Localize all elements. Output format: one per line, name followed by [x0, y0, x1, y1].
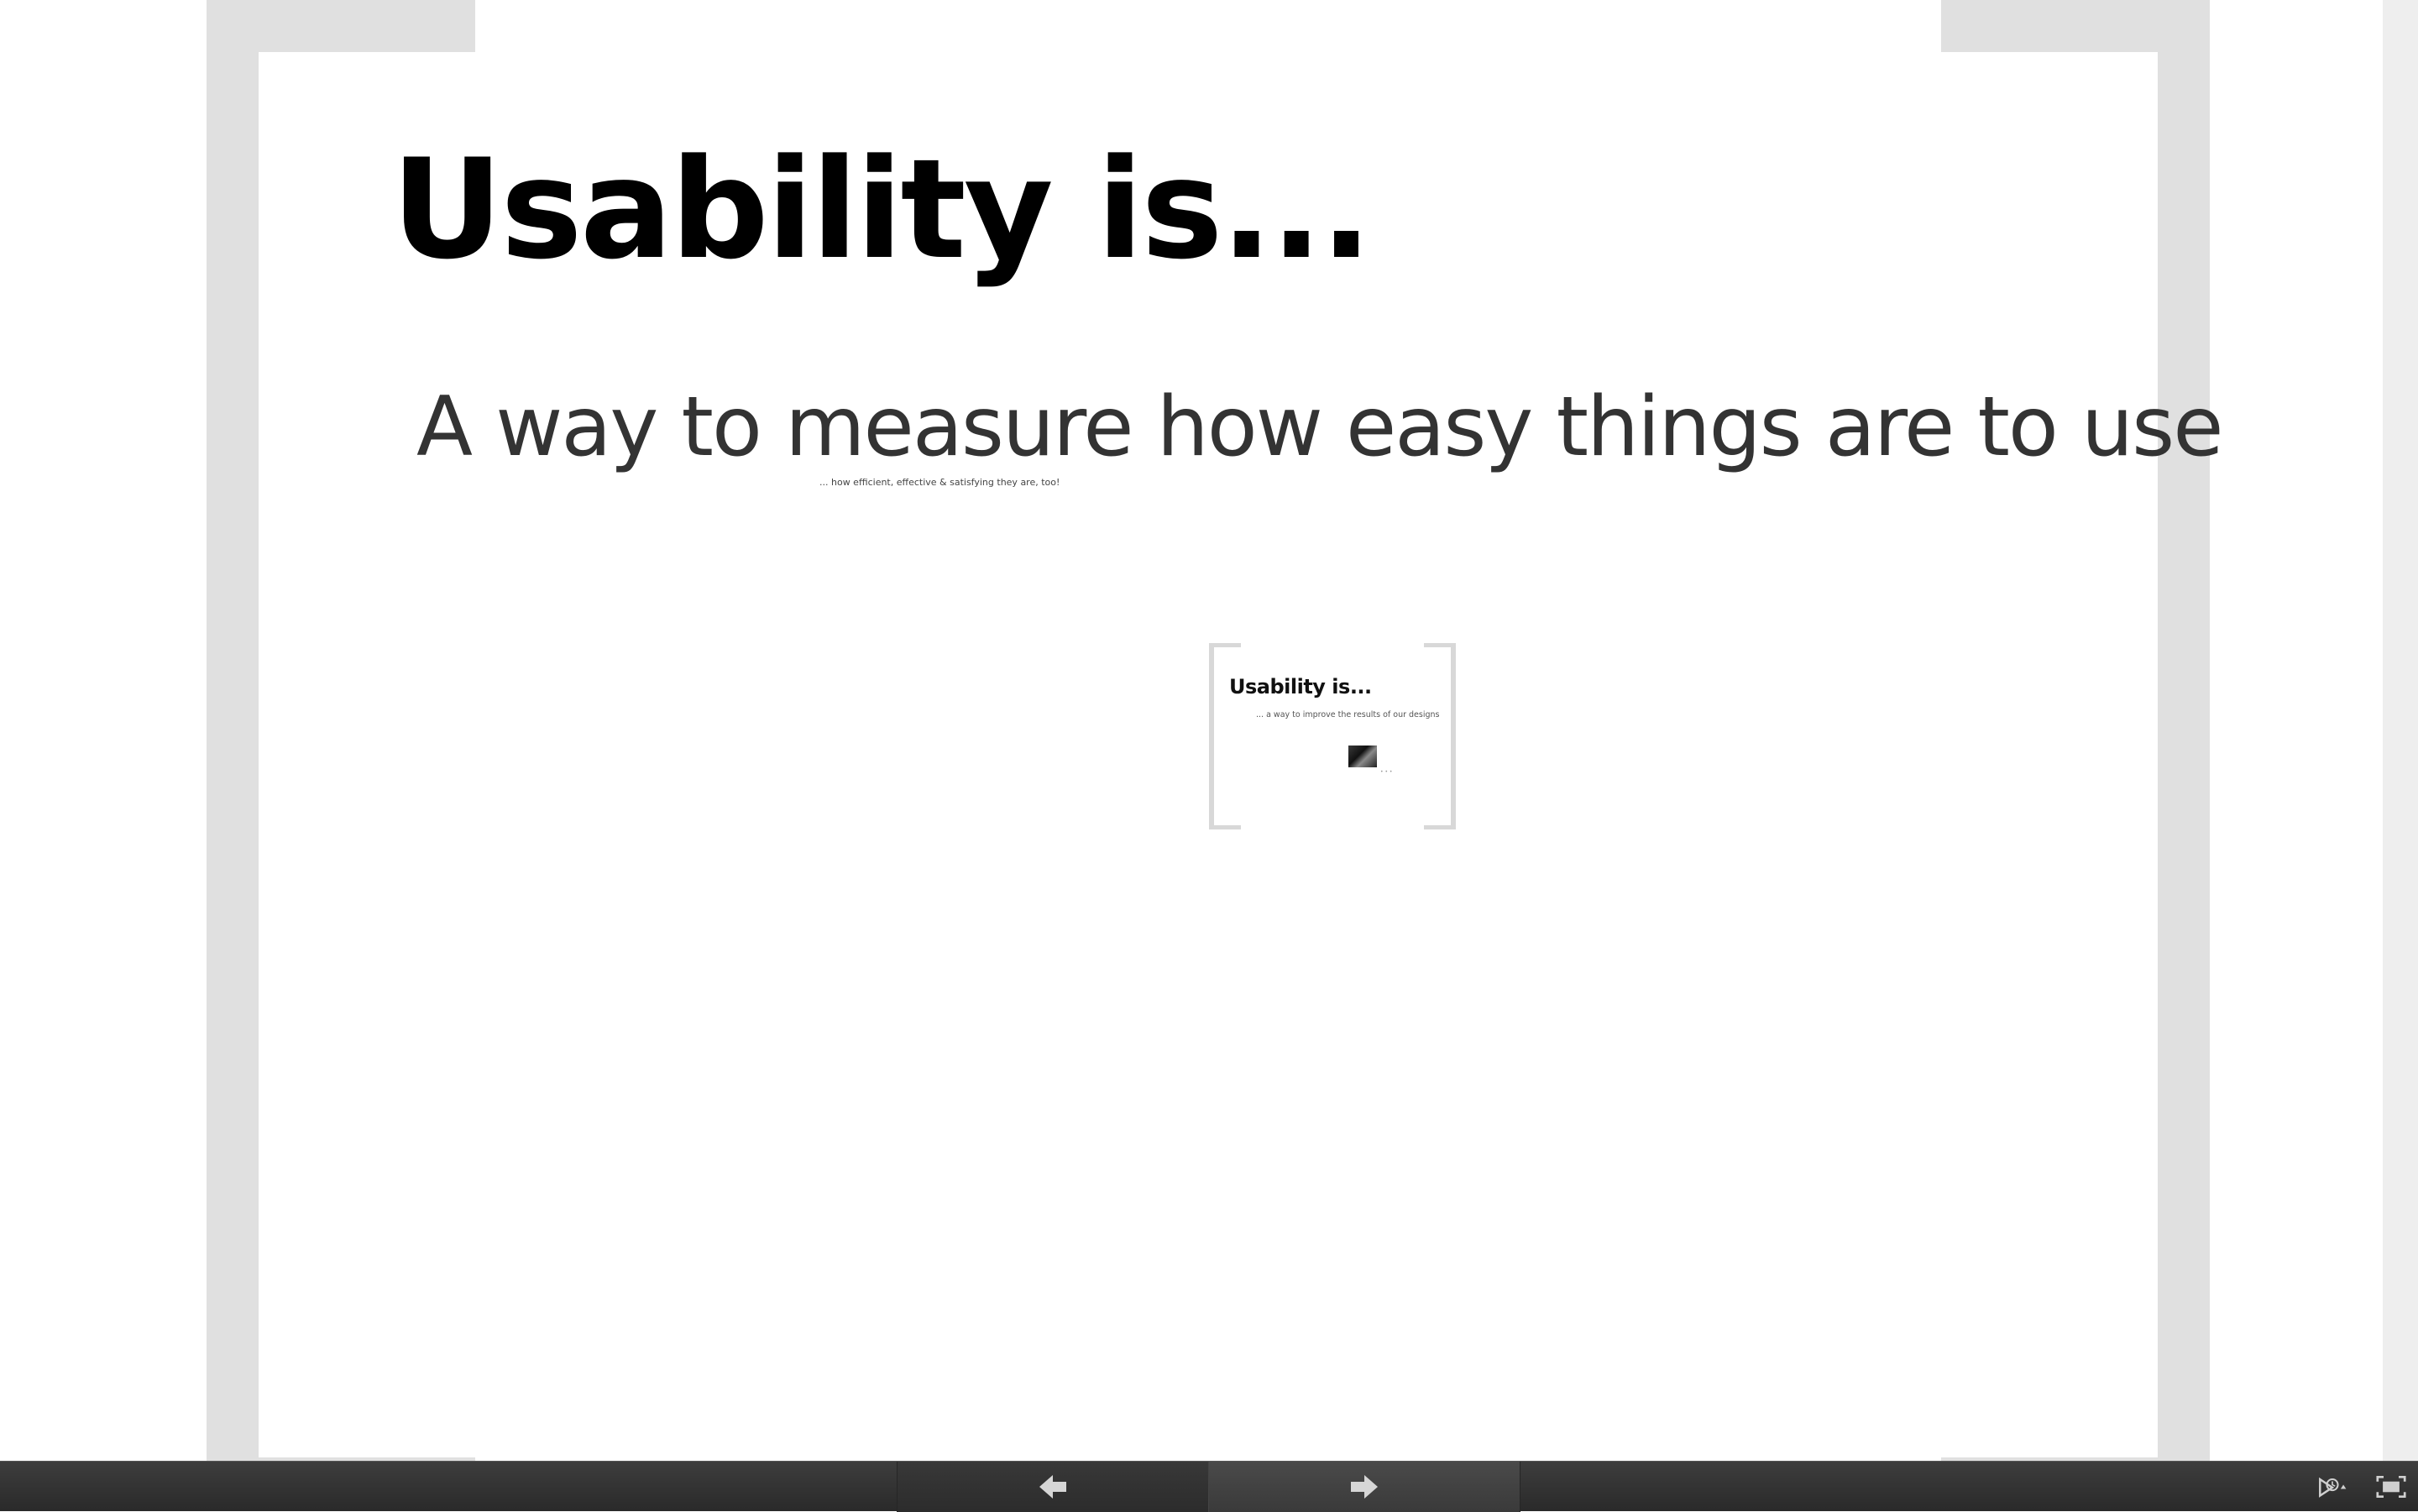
mini-bracket-left-top [1209, 643, 1241, 647]
next-button[interactable] [1209, 1462, 1520, 1512]
mini-bracket-right [1451, 643, 1456, 829]
slide-note: ... how efficient, effective & satisfyin… [819, 477, 1060, 488]
frame-bracket-right [2158, 0, 2210, 1461]
mini-frame-dots: • • • [1380, 769, 1393, 775]
presentation-canvas[interactable]: Usability is... A way to measure how eas… [0, 0, 2418, 1461]
fullscreen-icon [2376, 1475, 2406, 1499]
nested-frame[interactable]: Usability is... ... a way to improve the… [1209, 643, 1456, 829]
adjacent-frame-edge [2383, 0, 2418, 1461]
autoplay-button[interactable] [2317, 1472, 2347, 1502]
mini-bracket-right-top [1424, 643, 1456, 647]
frame-bracket-left [207, 0, 259, 1461]
mini-bracket-right-bottom [1424, 825, 1456, 829]
slide-title: Usability is... [391, 129, 1373, 290]
arrow-left-icon [1039, 1475, 1066, 1499]
arrow-right-icon [1351, 1475, 1378, 1499]
fullscreen-button[interactable] [2376, 1472, 2406, 1502]
mini-frame-subtitle: ... a way to improve the results of our … [1256, 710, 1440, 719]
previous-button[interactable] [897, 1462, 1209, 1512]
slide-subtitle: A way to measure how easy things are to … [416, 379, 2223, 475]
presentation-toolbar [0, 1461, 2418, 1512]
mini-bracket-left-bottom [1209, 825, 1241, 829]
autoplay-icon [2319, 1477, 2347, 1498]
mini-frame-image[interactable] [1348, 746, 1377, 767]
mini-frame-title: Usability is... [1229, 675, 1372, 698]
mini-bracket-left [1209, 643, 1214, 829]
